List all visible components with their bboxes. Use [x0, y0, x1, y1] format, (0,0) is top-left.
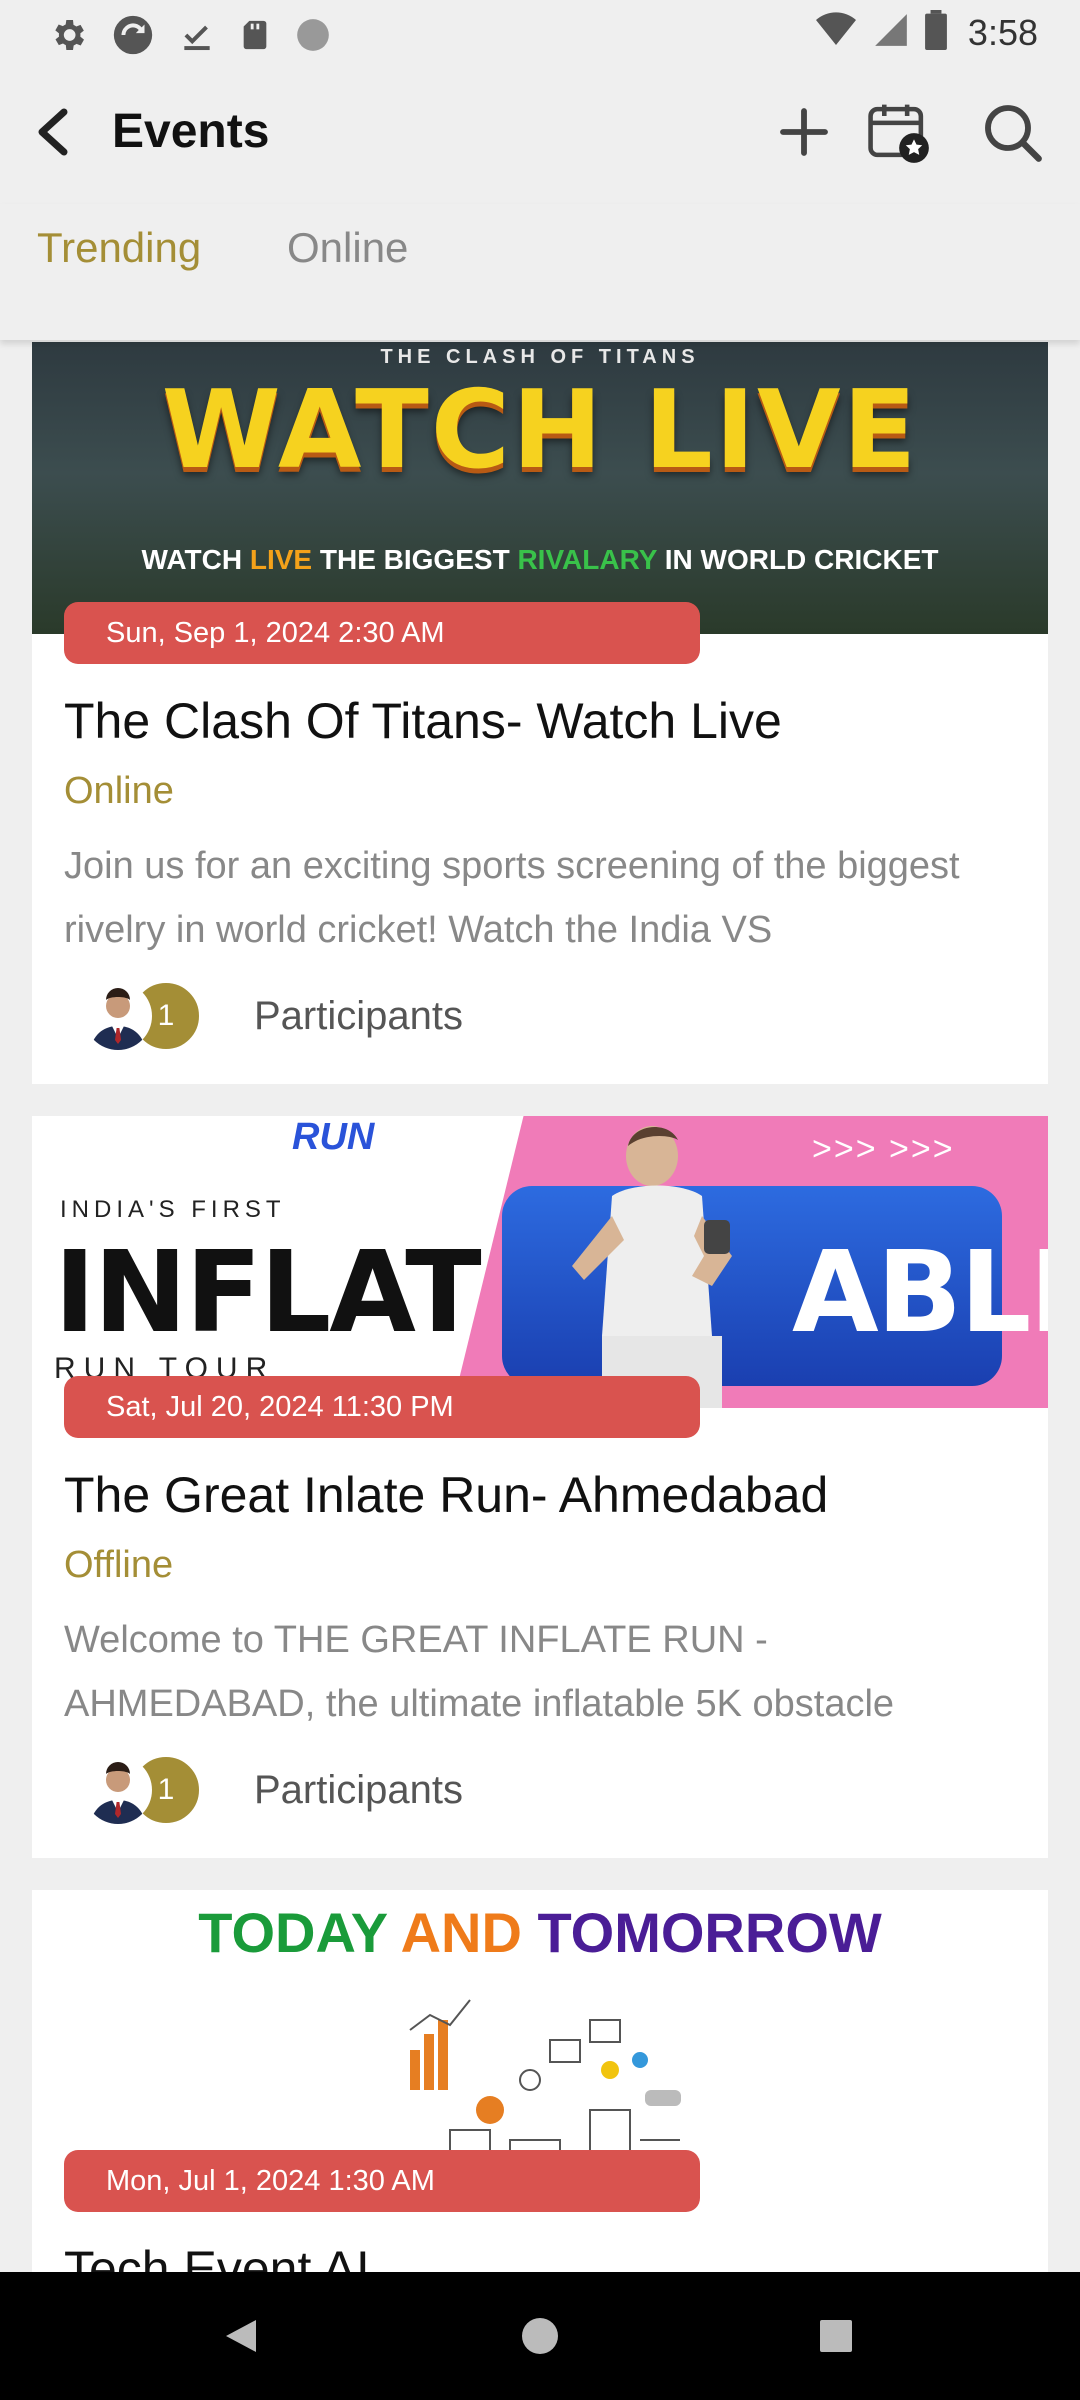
banner-kicker: THE CLASH OF TITANS: [380, 346, 700, 368]
battery-icon: [924, 10, 948, 55]
banner-strapline: WATCH LIVE THE BIGGEST RIVALARY IN WORLD…: [141, 544, 939, 575]
status-bar: 3:58: [0, 0, 1080, 64]
circle-status-icon: [294, 16, 332, 59]
add-icon: [780, 108, 828, 156]
banner-kicker: INDIA'S FIRST: [60, 1196, 286, 1223]
search-button[interactable]: [976, 96, 1048, 168]
event-description: Join us for an exciting sports screening…: [64, 845, 960, 951]
sd-card-icon: [238, 15, 272, 60]
page-title: Events: [112, 105, 270, 158]
settings-icon: [48, 15, 88, 60]
tab-bar: Trending Online: [0, 204, 1080, 340]
event-title: Tech Event AI: [64, 2241, 370, 2272]
event-mode: Online: [64, 770, 174, 812]
event-banner: THE CLASH OF TITANS WATCH LIVE WATCH LIV…: [32, 342, 1048, 634]
events-feed[interactable]: THE CLASH OF TITANS WATCH LIVE WATCH LIV…: [0, 342, 1080, 2272]
banner-headline-right: ABLE: [792, 1228, 1048, 1358]
event-card[interactable]: THE CLASH OF TITANS WATCH LIVE WATCH LIV…: [32, 342, 1048, 1084]
event-date-badge: Mon, Jul 1, 2024 1:30 AM: [64, 2150, 700, 2212]
avatar: [84, 982, 152, 1050]
arrow-back-icon: [38, 108, 68, 156]
sync-icon: [110, 12, 156, 63]
status-time: 3:58: [967, 11, 1038, 53]
tab-online[interactable]: Online: [287, 224, 408, 272]
participants-row[interactable]: 1 Participants: [84, 1750, 463, 1830]
calendar-star-icon: [868, 104, 929, 163]
event-card[interactable]: >>> >>> RUN INDIA'S FIRST INFLAT ABLE RU…: [32, 1116, 1048, 1858]
my-events-calendar-button[interactable]: [862, 96, 934, 168]
add-event-button[interactable]: [768, 96, 840, 168]
banner-arrows: >>> >>>: [812, 1130, 955, 1168]
tab-trending[interactable]: Trending: [37, 224, 201, 272]
banner-run-word: RUN: [292, 1116, 375, 1158]
banner-headline: WATCH LIVE: [161, 368, 919, 493]
banner-headline-left: INFLAT: [54, 1228, 482, 1358]
back-triangle-icon[interactable]: [224, 2318, 258, 2354]
event-title: The Great Inlate Run- Ahmedabad: [64, 1467, 829, 1523]
download-done-icon: [178, 15, 216, 60]
banner-headline: TODAY AND TOMORROW: [198, 1901, 882, 1964]
search-icon: [985, 105, 1042, 162]
recents-square-icon[interactable]: [820, 2320, 852, 2352]
participants-row[interactable]: 1 Participants: [84, 976, 463, 1056]
wifi-icon: [814, 10, 858, 55]
home-circle-icon[interactable]: [522, 2318, 558, 2354]
participants-label: Participants: [254, 993, 463, 1038]
system-nav-bar: [0, 2272, 1080, 2400]
event-banner: TODAY AND TOMORROW: [32, 1890, 1048, 2182]
runner-illustration: [572, 1126, 732, 1408]
back-button[interactable]: [24, 102, 84, 162]
event-mode: Offline: [64, 1544, 174, 1586]
event-description: Welcome to THE GREAT INFLATE RUN - AHMED…: [64, 1619, 895, 1725]
app-bar: Events: [0, 64, 1080, 204]
event-title: The Clash Of Titans- Watch Live: [64, 693, 782, 749]
event-card[interactable]: TODAY AND TOMORROW Mon, Jul 1, 2024 1:30…: [32, 1890, 1048, 2272]
participants-label: Participants: [254, 1767, 463, 1812]
cell-signal-icon: [872, 10, 910, 55]
event-banner: >>> >>> RUN INDIA'S FIRST INFLAT ABLE RU…: [32, 1116, 1048, 1408]
event-date-badge: Sun, Sep 1, 2024 2:30 AM: [64, 602, 700, 664]
event-date-badge: Sat, Jul 20, 2024 11:30 PM: [64, 1376, 700, 1438]
avatar: [84, 1756, 152, 1824]
